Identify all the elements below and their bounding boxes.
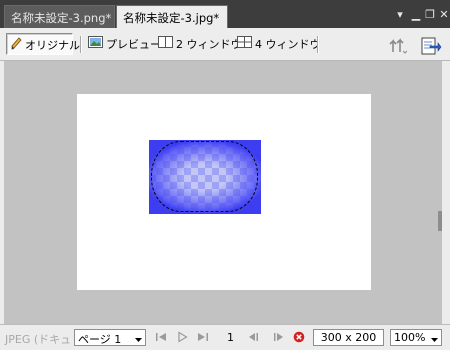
error-icon[interactable] [293,331,305,343]
first-frame-icon[interactable] [155,331,167,343]
dropdown-arrow-icon [135,333,142,346]
window-menu-icon[interactable]: ▾ [393,8,407,22]
pencil-icon [11,37,22,53]
dropdown-arrow-icon [431,333,438,346]
canvas-dimensions-value: 300 x 200 [320,331,377,344]
two-window-label: 2 ウィンドウ [176,38,242,51]
two-window-button[interactable]: 2 ウィンドウ [154,33,246,55]
two-window-icon [158,36,173,51]
export-button[interactable] [416,33,446,55]
tab-png-document[interactable]: 名称未設定-3.png* [4,5,115,28]
step-forward-icon[interactable] [272,331,284,343]
document-format-label: JPEG (ドキュ [5,333,72,346]
zoom-value: 100% [394,331,426,344]
toolbar-separator [317,36,319,53]
current-frame-number: 1 [227,331,234,344]
tab-jpg-document[interactable]: 名称未設定-3.jpg* [116,5,228,28]
four-window-label: 4 ウィンドウ [255,38,321,51]
close-icon[interactable]: ✕ [437,8,450,22]
upload-icon [389,36,408,57]
last-frame-icon[interactable] [197,331,209,343]
zoom-select[interactable]: 100% [390,329,442,346]
toolbar-separator [80,36,82,53]
status-bar: JPEG (ドキュ ページ 1 1 300 x 200 100% [0,324,450,350]
document-canvas[interactable] [77,94,371,290]
quick-export-button[interactable] [385,33,411,55]
step-back-icon[interactable] [248,331,260,343]
selection-marquee[interactable] [151,141,258,212]
four-window-icon [237,36,252,51]
play-icon[interactable] [176,331,188,343]
page-select[interactable]: ページ 1 [74,329,146,346]
document-tab-bar: 名称未設定-3.png* 名称未設定-3.jpg* ▾ ▁ ❐ ✕ [0,0,450,28]
preview-icon [88,36,103,51]
four-window-button[interactable]: 4 ウィンドウ [233,33,325,55]
preview-button[interactable]: プレビュー [84,33,165,55]
page-select-value: ページ 1 [78,333,122,346]
original-label: オリジナル [25,39,80,52]
minimize-icon[interactable]: ▁ [409,8,423,22]
canvas-dimensions-field: 300 x 200 [313,329,384,346]
restore-icon[interactable]: ❐ [423,8,437,22]
preview-label: プレビュー [106,38,161,51]
panel-edge-handle[interactable] [438,211,442,231]
export-icon [420,36,442,59]
original-view-button[interactable]: オリジナル [6,33,80,55]
view-toolbar: オリジナル プレビュー 2 ウィンドウ 4 ウィンドウ [0,28,450,61]
canvas-workspace[interactable] [4,61,442,324]
